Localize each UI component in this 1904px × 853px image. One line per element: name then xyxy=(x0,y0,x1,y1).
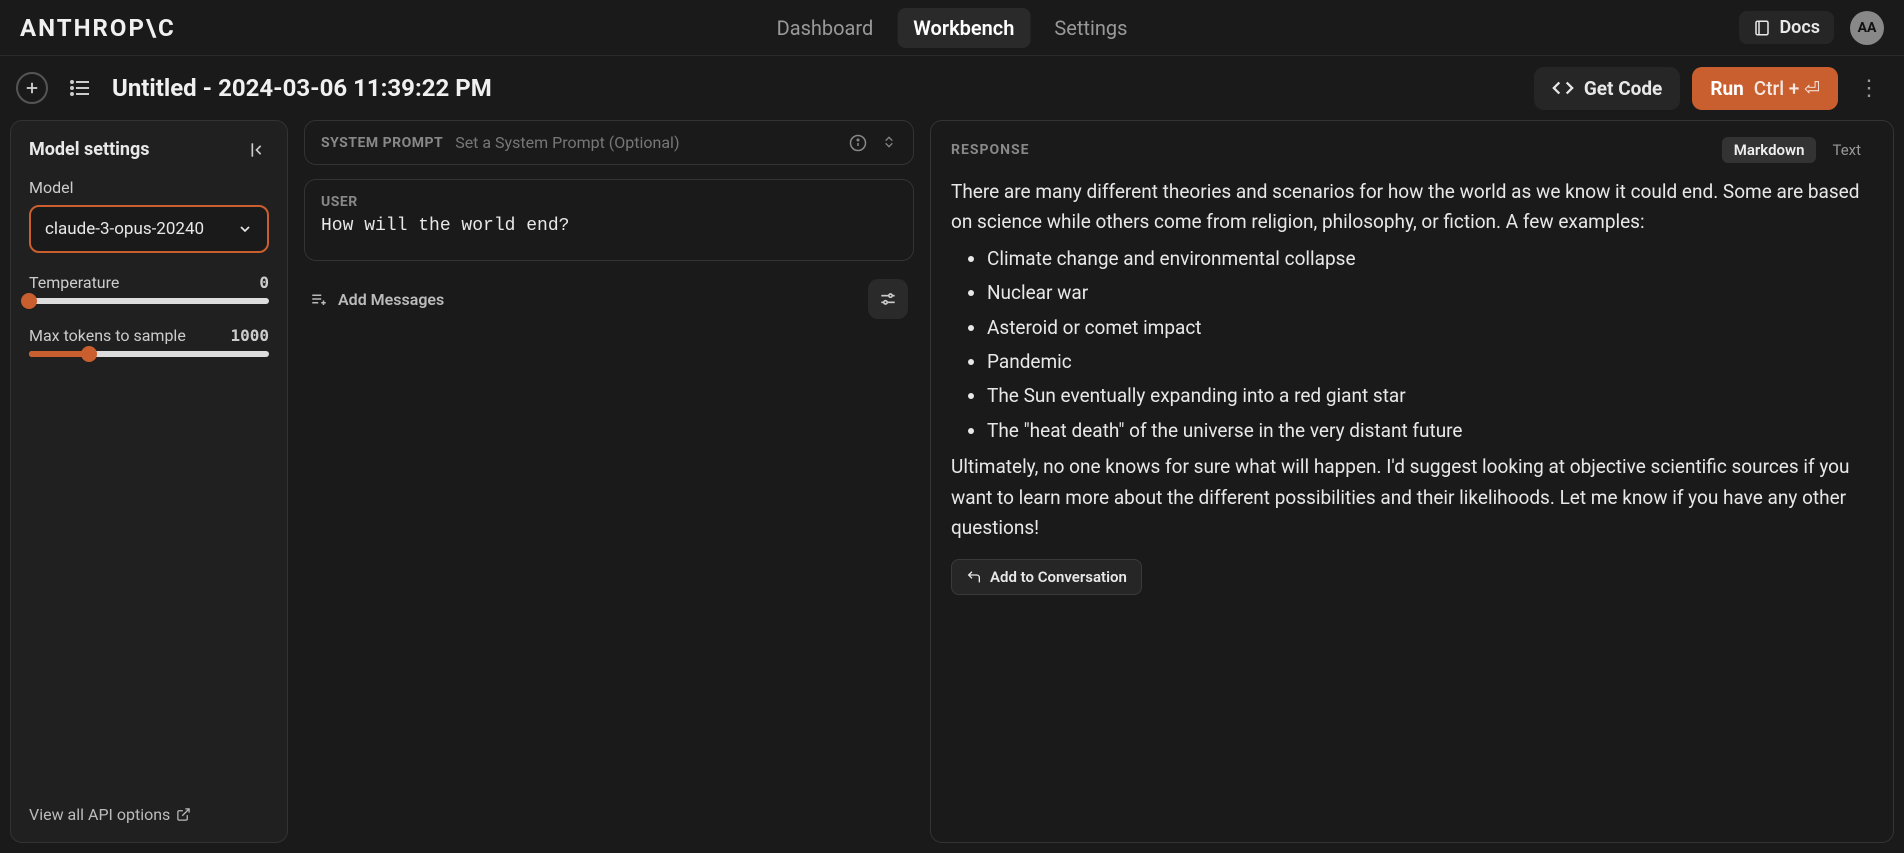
avatar[interactable]: AA xyxy=(1850,11,1884,45)
model-label: Model xyxy=(29,178,269,197)
reply-icon xyxy=(966,569,982,585)
temperature-label: Temperature xyxy=(29,273,119,292)
temperature-slider[interactable] xyxy=(29,298,269,304)
temperature-value: 0 xyxy=(259,273,269,292)
topbar: ANTHROP\C Dashboard Workbench Settings D… xyxy=(0,0,1904,56)
expand-icon[interactable] xyxy=(881,134,897,152)
list-icon[interactable] xyxy=(64,72,96,104)
book-icon xyxy=(1753,19,1771,37)
docs-button[interactable]: Docs xyxy=(1739,11,1834,44)
sidebar-title: Model settings xyxy=(29,139,150,160)
response-list: Climate change and environmental collaps… xyxy=(951,244,1873,446)
system-prompt-placeholder: Set a System Prompt (Optional) xyxy=(455,133,837,152)
response-outro: Ultimately, no one knows for sure what w… xyxy=(951,452,1873,543)
model-select[interactable]: claude-3-opus-20240 xyxy=(29,205,269,253)
response-panel: RESPONSE Markdown Text There are many di… xyxy=(930,120,1894,843)
user-message-box[interactable]: USER How will the world end? xyxy=(304,179,914,261)
docs-label: Docs xyxy=(1779,17,1820,38)
sliders-icon xyxy=(878,289,898,309)
main: Model settings Model claude-3-opus-20240… xyxy=(0,120,1904,853)
run-button[interactable]: Run Ctrl + ⏎ xyxy=(1692,67,1838,110)
system-prompt-box[interactable]: SYSTEM PROMPT Set a System Prompt (Optio… xyxy=(304,120,914,165)
add-lines-icon xyxy=(310,290,328,308)
max-tokens-slider[interactable] xyxy=(29,351,269,357)
list-item: Climate change and environmental collaps… xyxy=(987,244,1873,274)
list-item: Pandemic xyxy=(987,347,1873,377)
add-messages-button[interactable]: Add Messages xyxy=(310,290,444,309)
page-title: Untitled - 2024-03-06 11:39:22 PM xyxy=(112,74,492,102)
list-item: The "heat death" of the universe in the … xyxy=(987,416,1873,446)
response-intro: There are many different theories and sc… xyxy=(951,177,1873,238)
logo: ANTHROP\C xyxy=(20,14,176,42)
get-code-button[interactable]: Get Code xyxy=(1534,67,1680,110)
chevron-down-icon xyxy=(237,221,253,237)
list-item: Asteroid or comet impact xyxy=(987,313,1873,343)
view-all-api-options[interactable]: View all API options xyxy=(29,805,269,824)
add-messages-label: Add Messages xyxy=(338,290,444,309)
info-icon[interactable] xyxy=(849,134,867,152)
add-to-conversation-button[interactable]: Add to Conversation xyxy=(951,559,1142,595)
response-body: There are many different theories and sc… xyxy=(951,177,1873,543)
message-settings-button[interactable] xyxy=(868,279,908,319)
collapse-icon[interactable] xyxy=(249,140,269,160)
run-label: Run xyxy=(1710,77,1743,100)
more-menu-icon[interactable]: ⋮ xyxy=(1850,76,1888,101)
main-nav: Dashboard Workbench Settings xyxy=(761,8,1144,48)
code-icon xyxy=(1552,77,1574,99)
nav-workbench[interactable]: Workbench xyxy=(897,8,1030,48)
user-label: USER xyxy=(321,194,897,210)
toolbar: Untitled - 2024-03-06 11:39:22 PM Get Co… xyxy=(0,56,1904,120)
model-select-value: claude-3-opus-20240 xyxy=(45,219,204,239)
get-code-label: Get Code xyxy=(1584,77,1662,100)
run-shortcut: Ctrl + ⏎ xyxy=(1754,77,1820,100)
tab-text[interactable]: Text xyxy=(1820,137,1873,163)
prompt-column: SYSTEM PROMPT Set a System Prompt (Optio… xyxy=(304,120,914,843)
user-text[interactable]: How will the world end? xyxy=(321,216,897,236)
tab-markdown[interactable]: Markdown xyxy=(1722,137,1817,163)
add-to-conversation-label: Add to Conversation xyxy=(990,568,1127,586)
list-item: Nuclear war xyxy=(987,278,1873,308)
max-tokens-value: 1000 xyxy=(230,326,269,345)
nav-settings[interactable]: Settings xyxy=(1038,8,1143,48)
new-prompt-button[interactable] xyxy=(16,72,48,104)
external-link-icon xyxy=(176,807,191,822)
max-tokens-label: Max tokens to sample xyxy=(29,326,186,345)
list-item: The Sun eventually expanding into a red … xyxy=(987,381,1873,411)
model-settings-panel: Model settings Model claude-3-opus-20240… xyxy=(10,120,288,843)
nav-dashboard[interactable]: Dashboard xyxy=(761,8,890,48)
system-prompt-label: SYSTEM PROMPT xyxy=(321,135,443,151)
response-label: RESPONSE xyxy=(951,142,1030,158)
